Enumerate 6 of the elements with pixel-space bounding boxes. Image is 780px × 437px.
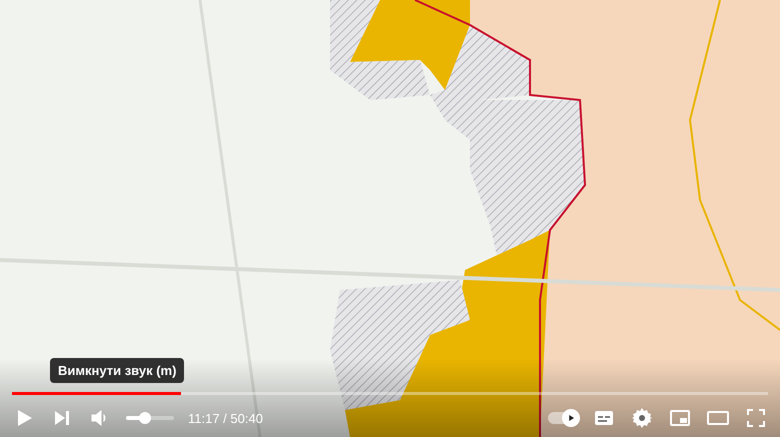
tooltip: Вимкнути звук (m) [50, 358, 184, 383]
time-display: 11:17 / 50:40 [188, 410, 263, 426]
autoplay-toggle[interactable] [548, 412, 578, 424]
fullscreen-icon[interactable] [744, 406, 768, 430]
settings-icon[interactable] [630, 406, 654, 430]
progress-bar[interactable] [12, 392, 768, 395]
